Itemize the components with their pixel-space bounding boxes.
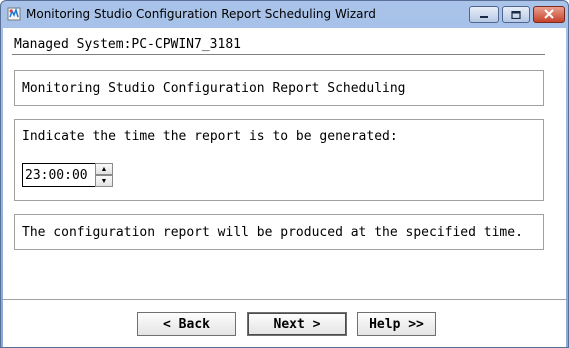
- section-title-panel: Monitoring Studio Configuration Report S…: [14, 70, 544, 106]
- footer-divider: [3, 299, 566, 300]
- title-bar[interactable]: Monitoring Studio Configuration Report S…: [1, 1, 568, 28]
- wizard-body: Managed System:PC-CPWIN7_3181 Monitoring…: [3, 28, 566, 347]
- managed-system-label: Managed System:PC-CPWIN7_3181: [14, 37, 241, 52]
- header-divider: [12, 54, 545, 55]
- spin-down-button[interactable]: ▼: [95, 175, 113, 187]
- spin-up-button[interactable]: ▲: [95, 163, 113, 175]
- next-button[interactable]: Next >: [247, 312, 347, 336]
- time-spinner: ▲ ▼: [95, 163, 113, 187]
- maximize-icon: [511, 6, 521, 24]
- close-icon: [544, 6, 554, 24]
- minimize-icon: [479, 6, 489, 24]
- app-icon: [7, 7, 21, 21]
- back-button[interactable]: < Back: [137, 312, 236, 336]
- wizard-window: Monitoring Studio Configuration Report S…: [0, 0, 569, 348]
- time-panel: Indicate the time the report is to be ge…: [14, 119, 544, 201]
- time-prompt: Indicate the time the report is to be ge…: [22, 129, 398, 144]
- time-input[interactable]: 23:00:00: [22, 163, 96, 187]
- section-title: Monitoring Studio Configuration Report S…: [22, 81, 406, 96]
- window-title: Monitoring Studio Configuration Report S…: [26, 7, 376, 21]
- minimize-button[interactable]: [469, 6, 499, 23]
- help-button[interactable]: Help >>: [357, 312, 436, 336]
- close-button[interactable]: [533, 6, 565, 23]
- info-panel: The configuration report will be produce…: [14, 214, 544, 250]
- info-message: The configuration report will be produce…: [22, 225, 523, 240]
- arrow-up-icon: ▲: [100, 164, 108, 173]
- time-value: 23:00:00: [25, 167, 88, 183]
- arrow-down-icon: ▼: [100, 176, 108, 185]
- maximize-button[interactable]: [502, 6, 530, 23]
